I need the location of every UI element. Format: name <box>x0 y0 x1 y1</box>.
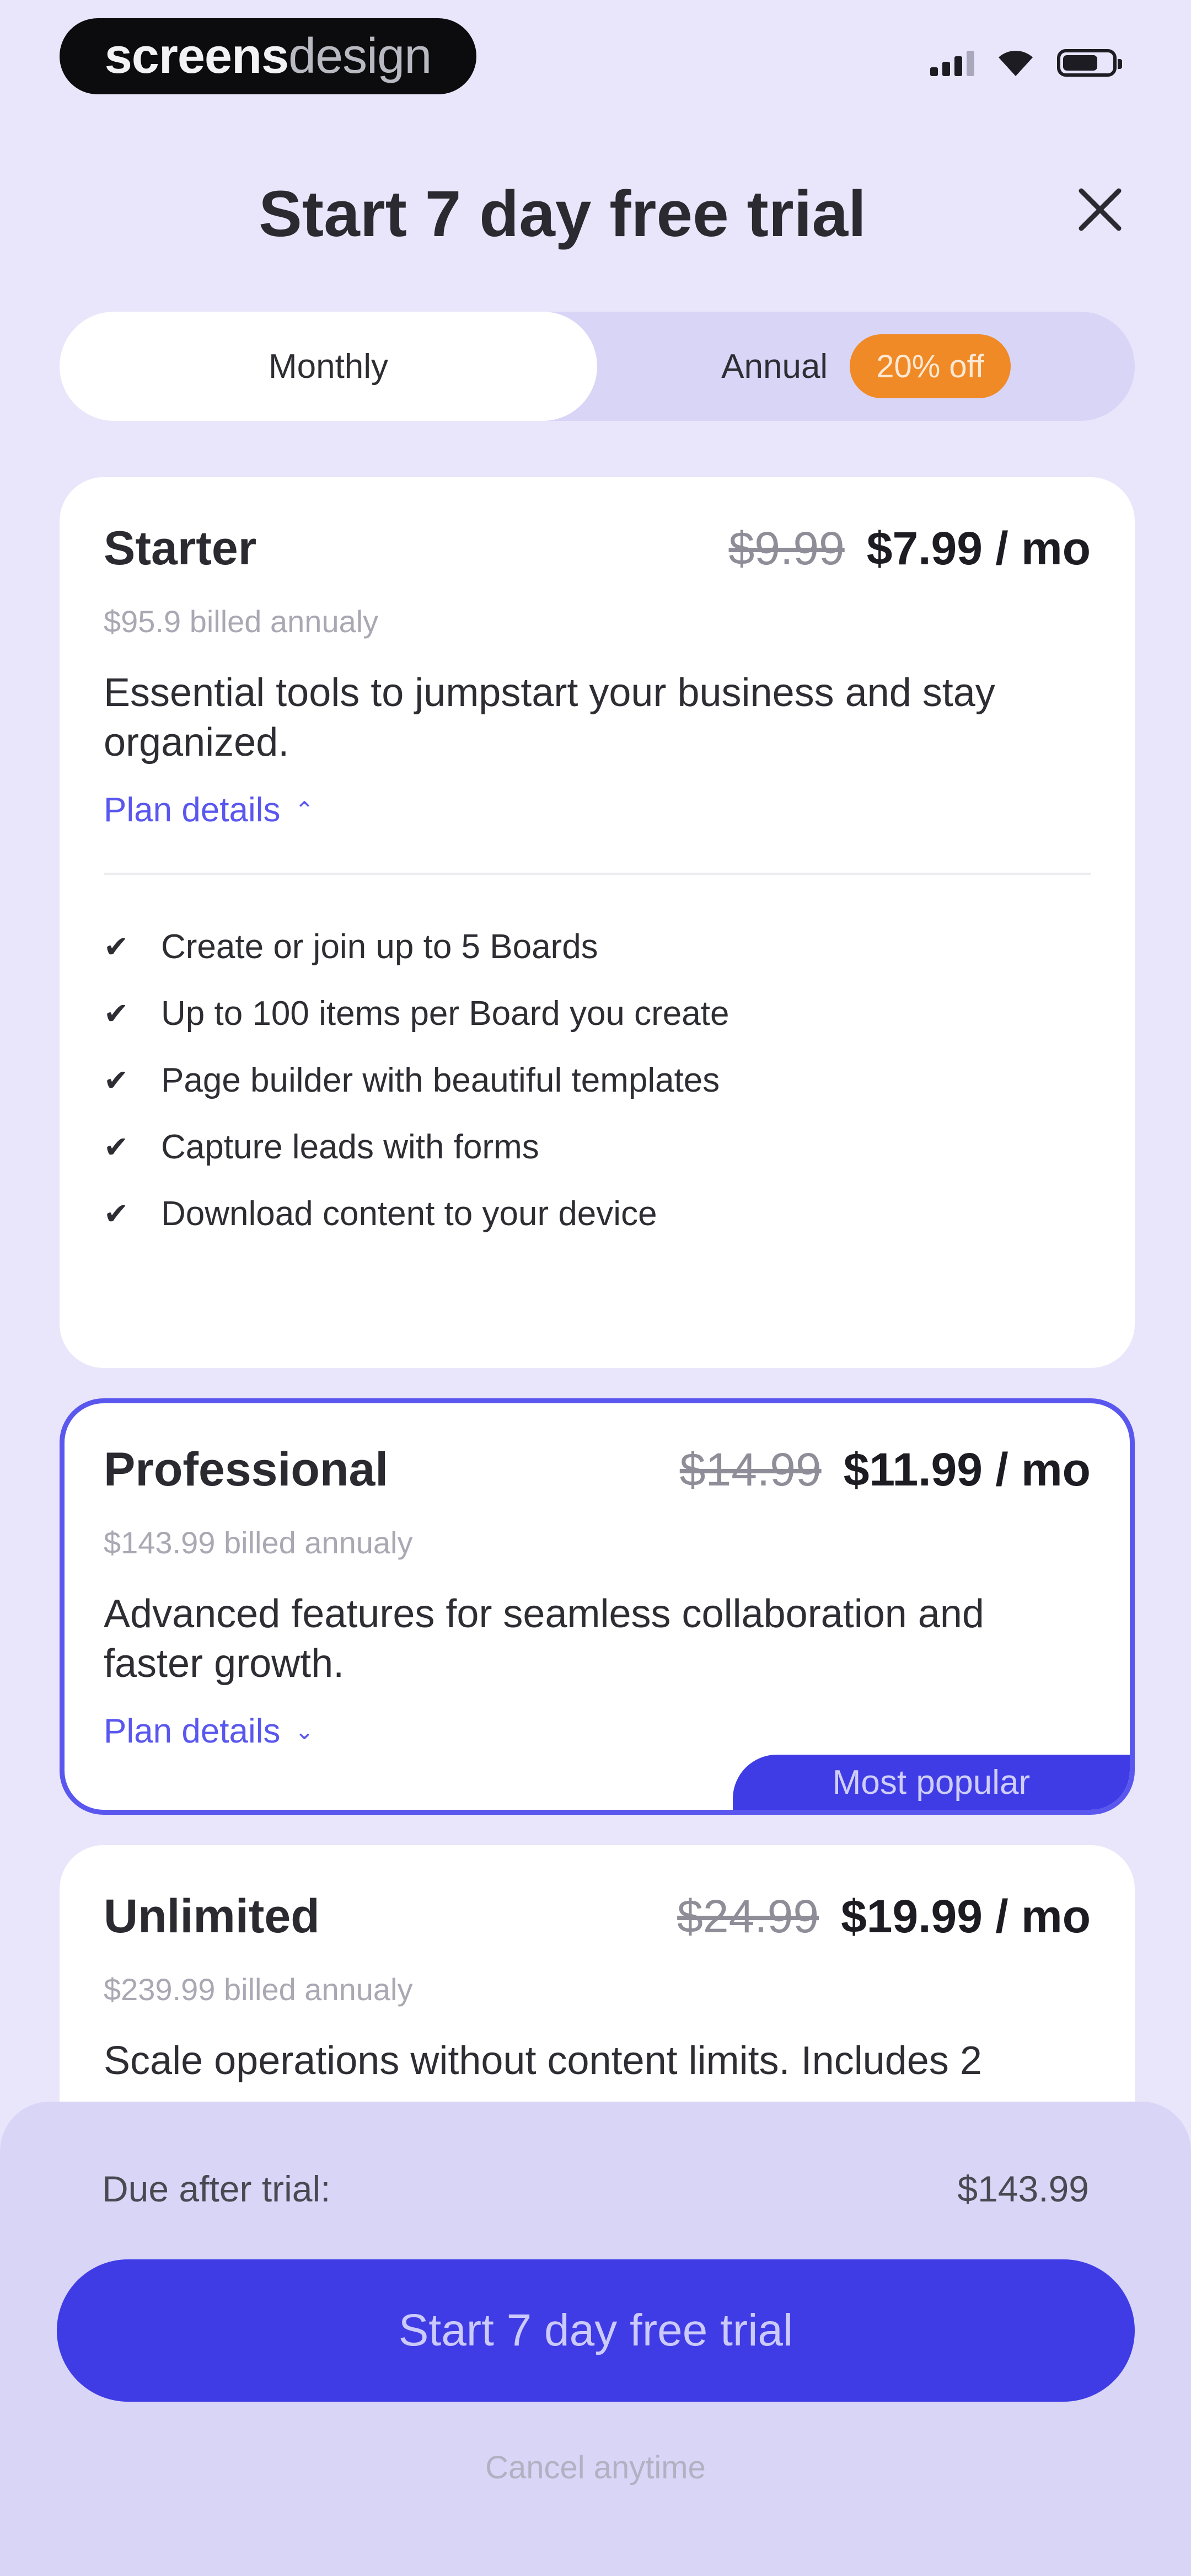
new-price: $11.99 / mo <box>843 1444 1091 1495</box>
due-amount: $143.99 <box>957 2168 1089 2209</box>
check-icon: ✔ <box>104 1198 129 1231</box>
status-bar: screens design <box>0 0 1191 116</box>
most-popular-badge: Most popular <box>733 1755 1130 1810</box>
old-price: $9.99 <box>728 522 845 574</box>
billing-period-toggle: Monthly Annual 20% off <box>60 312 1135 421</box>
close-icon <box>1079 188 1122 231</box>
brand-logo-part1: screens <box>104 28 289 84</box>
billed-note: $143.99 billed annualy <box>104 1525 413 1560</box>
old-price: $14.99 <box>679 1444 822 1495</box>
paywall-screen: screens design Start 7 day free trial Mo… <box>0 0 1191 2576</box>
plan-card-starter[interactable]: Starter $9.99 $7.99 / mo $95.9 billed an… <box>60 477 1135 1368</box>
check-icon: ✔ <box>104 1131 129 1164</box>
signal-icon <box>930 50 974 76</box>
plan-description: Essential tools to jumpstart your busine… <box>104 671 995 765</box>
toggle-monthly[interactable]: Monthly <box>60 312 597 421</box>
toggle-monthly-label: Monthly <box>268 347 389 386</box>
feature-text: Up to 100 items per Board you create <box>161 995 729 1033</box>
chevron-up-icon: ⌃ <box>294 797 314 823</box>
old-price: $24.99 <box>677 1890 819 1942</box>
page-title: Start 7 day free trial <box>259 178 866 250</box>
brand-logo: screens design <box>60 18 476 94</box>
feature-text: Capture leads with forms <box>161 1128 539 1166</box>
due-label: Due after trial: <box>102 2168 331 2209</box>
plan-details-toggle[interactable]: Plan details ⌃ <box>104 790 314 830</box>
plan-details-label: Plan details <box>104 791 281 829</box>
feature-item: ✔ Capture leads with forms <box>104 1114 1091 1180</box>
plan-name: Unlimited <box>104 1890 320 1943</box>
plan-name: Starter <box>104 522 257 575</box>
plan-details-toggle[interactable]: Plan details ⌄ <box>104 1712 314 1751</box>
price-group: $24.99 $19.99 / mo <box>677 1890 1091 1943</box>
plan-details-label: Plan details <box>104 1712 281 1750</box>
wifi-icon <box>999 50 1033 76</box>
feature-item: ✔ Up to 100 items per Board you create <box>104 980 1091 1047</box>
discount-badge: 20% off <box>850 334 1011 398</box>
brand-logo-part2: design <box>288 28 432 84</box>
divider <box>104 873 1091 875</box>
plan-card-professional[interactable]: Professional $14.99 $11.99 / mo $143.99 … <box>60 1398 1135 1815</box>
check-icon: ✔ <box>104 931 129 964</box>
close-button[interactable] <box>1070 179 1130 240</box>
plan-description: Advanced features for seamless collabora… <box>104 1592 984 1686</box>
checkout-footer: Due after trial: $143.99 Start 7 day fre… <box>0 2102 1191 2576</box>
due-after-trial-row: Due after trial: $143.99 <box>102 2168 1089 2210</box>
plan-header: Professional $14.99 $11.99 / mo <box>104 1442 1091 1497</box>
chevron-down-icon: ⌄ <box>294 1718 314 1744</box>
new-price: $7.99 / mo <box>866 522 1091 574</box>
start-trial-button[interactable]: Start 7 day free trial <box>57 2259 1135 2402</box>
feature-text: Create or join up to 5 Boards <box>161 928 598 966</box>
price-group: $9.99 $7.99 / mo <box>729 522 1091 575</box>
plan-header: Starter $9.99 $7.99 / mo <box>104 521 1091 576</box>
price-group: $14.99 $11.99 / mo <box>680 1443 1091 1497</box>
plan-description: Scale operations without content limits.… <box>104 2039 982 2083</box>
cancel-anytime-note: Cancel anytime <box>485 2450 706 2486</box>
new-price: $19.99 / mo <box>841 1890 1091 1942</box>
feature-list: ✔ Create or join up to 5 Boards ✔ Up to … <box>104 913 1091 1247</box>
toggle-annual-label: Annual <box>721 347 828 386</box>
feature-text: Download content to your device <box>161 1195 657 1233</box>
check-icon: ✔ <box>104 1064 129 1097</box>
billed-note: $239.99 billed annualy <box>104 1972 413 2007</box>
toggle-annual[interactable]: Annual 20% off <box>597 312 1135 421</box>
feature-item: ✔ Download content to your device <box>104 1180 1091 1247</box>
check-icon: ✔ <box>104 997 129 1030</box>
plan-header: Unlimited $24.99 $19.99 / mo <box>104 1889 1091 1944</box>
feature-item: ✔ Page builder with beautiful templates <box>104 1047 1091 1114</box>
billed-note: $95.9 billed annualy <box>104 604 379 639</box>
feature-text: Page builder with beautiful templates <box>161 1061 720 1099</box>
feature-item: ✔ Create or join up to 5 Boards <box>104 913 1091 980</box>
battery-icon <box>1057 49 1122 77</box>
plan-name: Professional <box>104 1443 389 1496</box>
status-icons <box>930 49 1122 77</box>
